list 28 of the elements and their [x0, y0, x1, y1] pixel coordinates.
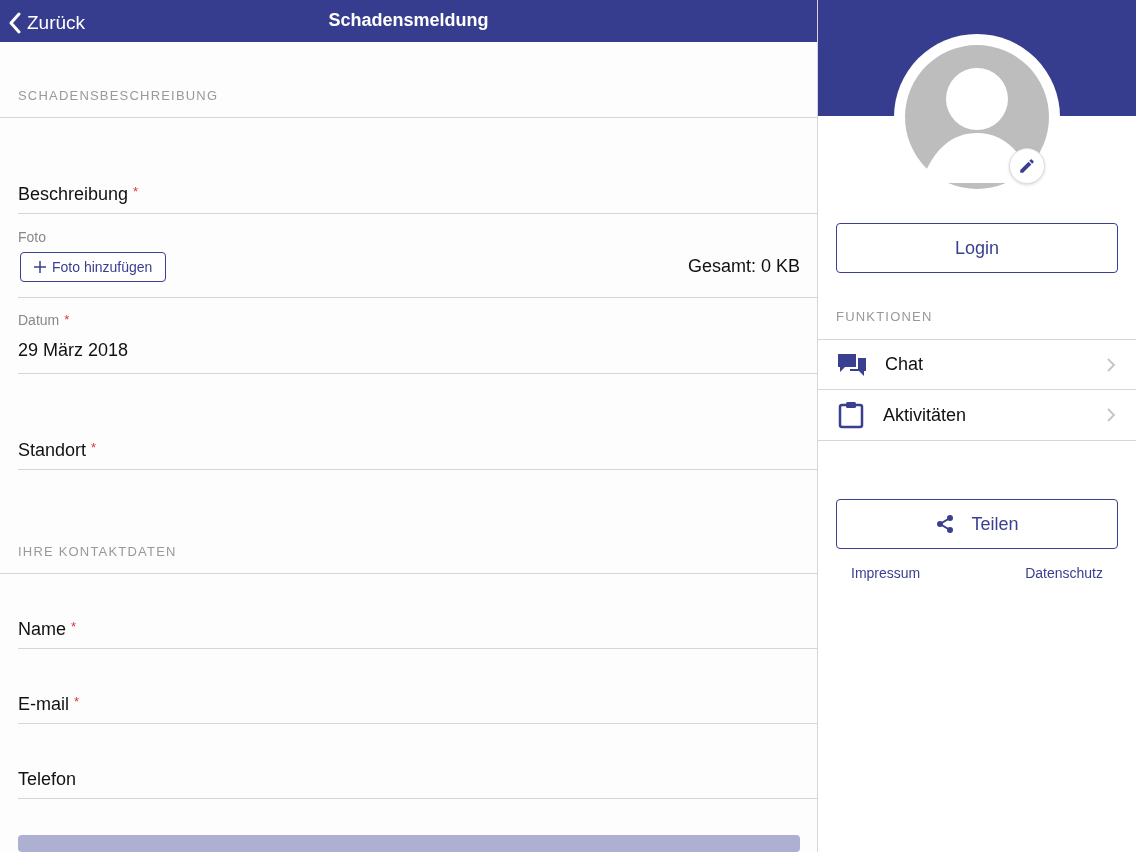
share-button[interactable]: Teilen	[836, 499, 1118, 549]
back-button[interactable]: Zurück	[8, 12, 86, 34]
share-icon	[935, 514, 956, 534]
chat-bubbles-icon	[838, 351, 866, 378]
input-field[interactable]: E-mail *	[18, 648, 817, 724]
section-heading: SCHADENSBESCHREIBUNG	[18, 87, 219, 103]
field-label: Foto	[18, 228, 46, 245]
menu-item[interactable]: Chat	[818, 340, 1136, 390]
footer-link[interactable]: Datenschutz	[1025, 565, 1103, 581]
page-title: Schadensmeldung	[328, 10, 489, 32]
plus-icon	[34, 260, 46, 273]
input-field[interactable]: Telefon	[18, 723, 817, 799]
chevron-left-icon	[8, 12, 22, 34]
login-button[interactable]: Login	[836, 223, 1118, 273]
input-field[interactable]: Name *	[18, 573, 817, 649]
add-photo-button[interactable]: Foto hinzufügen	[20, 251, 167, 282]
chevron-right-icon	[1106, 407, 1116, 423]
total-size-text: Gesamt: 0 KB	[687, 256, 800, 278]
input-field[interactable]: Standort *	[18, 373, 817, 470]
menu-item[interactable]: Aktivitäten	[818, 390, 1136, 440]
section-heading: FUNKTIONEN	[836, 309, 933, 324]
input-field[interactable]: Beschreibung *	[18, 117, 817, 214]
clipboard-icon	[838, 401, 864, 429]
date-field[interactable]: Datum * 29 März 2018	[18, 297, 817, 374]
chevron-right-icon	[1106, 356, 1116, 373]
section-heading: IHRE KONTAKTDATEN	[18, 543, 177, 559]
footer-link[interactable]: Impressum	[851, 565, 921, 581]
pencil-icon	[1018, 157, 1036, 175]
